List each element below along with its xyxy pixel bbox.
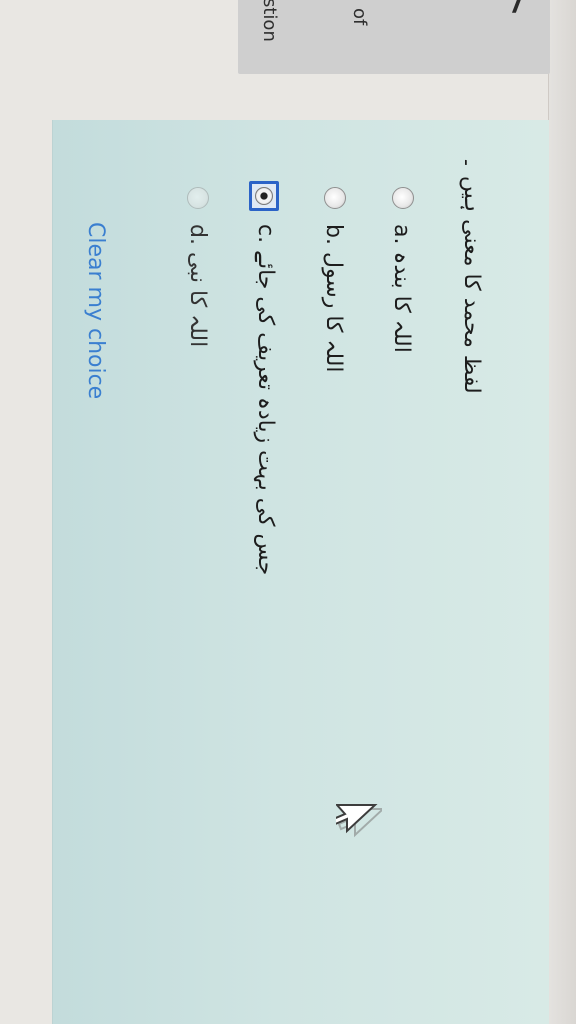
question-info-panel [238, 0, 550, 74]
clear-my-choice-link[interactable]: Clear my choice [83, 222, 108, 399]
option-a-radio[interactable] [392, 187, 414, 209]
mouse-cursor-icon [336, 804, 382, 838]
option-c-label[interactable]: c. جس کی بہت زیادہ تعریف کی جائے [253, 224, 278, 575]
option-b-radio[interactable] [324, 187, 346, 209]
info-of-label: of [349, 8, 370, 26]
screen-edge [548, 0, 576, 1024]
option-d-radio[interactable] [187, 187, 209, 209]
info-question-label: stion [259, 0, 280, 42]
question-number: 7 [505, 0, 530, 22]
option-c-radio-selected[interactable] [249, 181, 279, 211]
option-d-label[interactable]: d. اللہ کا نبی [185, 224, 210, 347]
option-b-label[interactable]: b. اللہ کا رسول [321, 224, 346, 373]
question-text: لفظ محمد کا معنی ہیں ۔ [459, 156, 484, 394]
radio-dot-icon [255, 187, 273, 205]
option-a-label[interactable]: a. اللہ کا بندہ [389, 224, 414, 353]
